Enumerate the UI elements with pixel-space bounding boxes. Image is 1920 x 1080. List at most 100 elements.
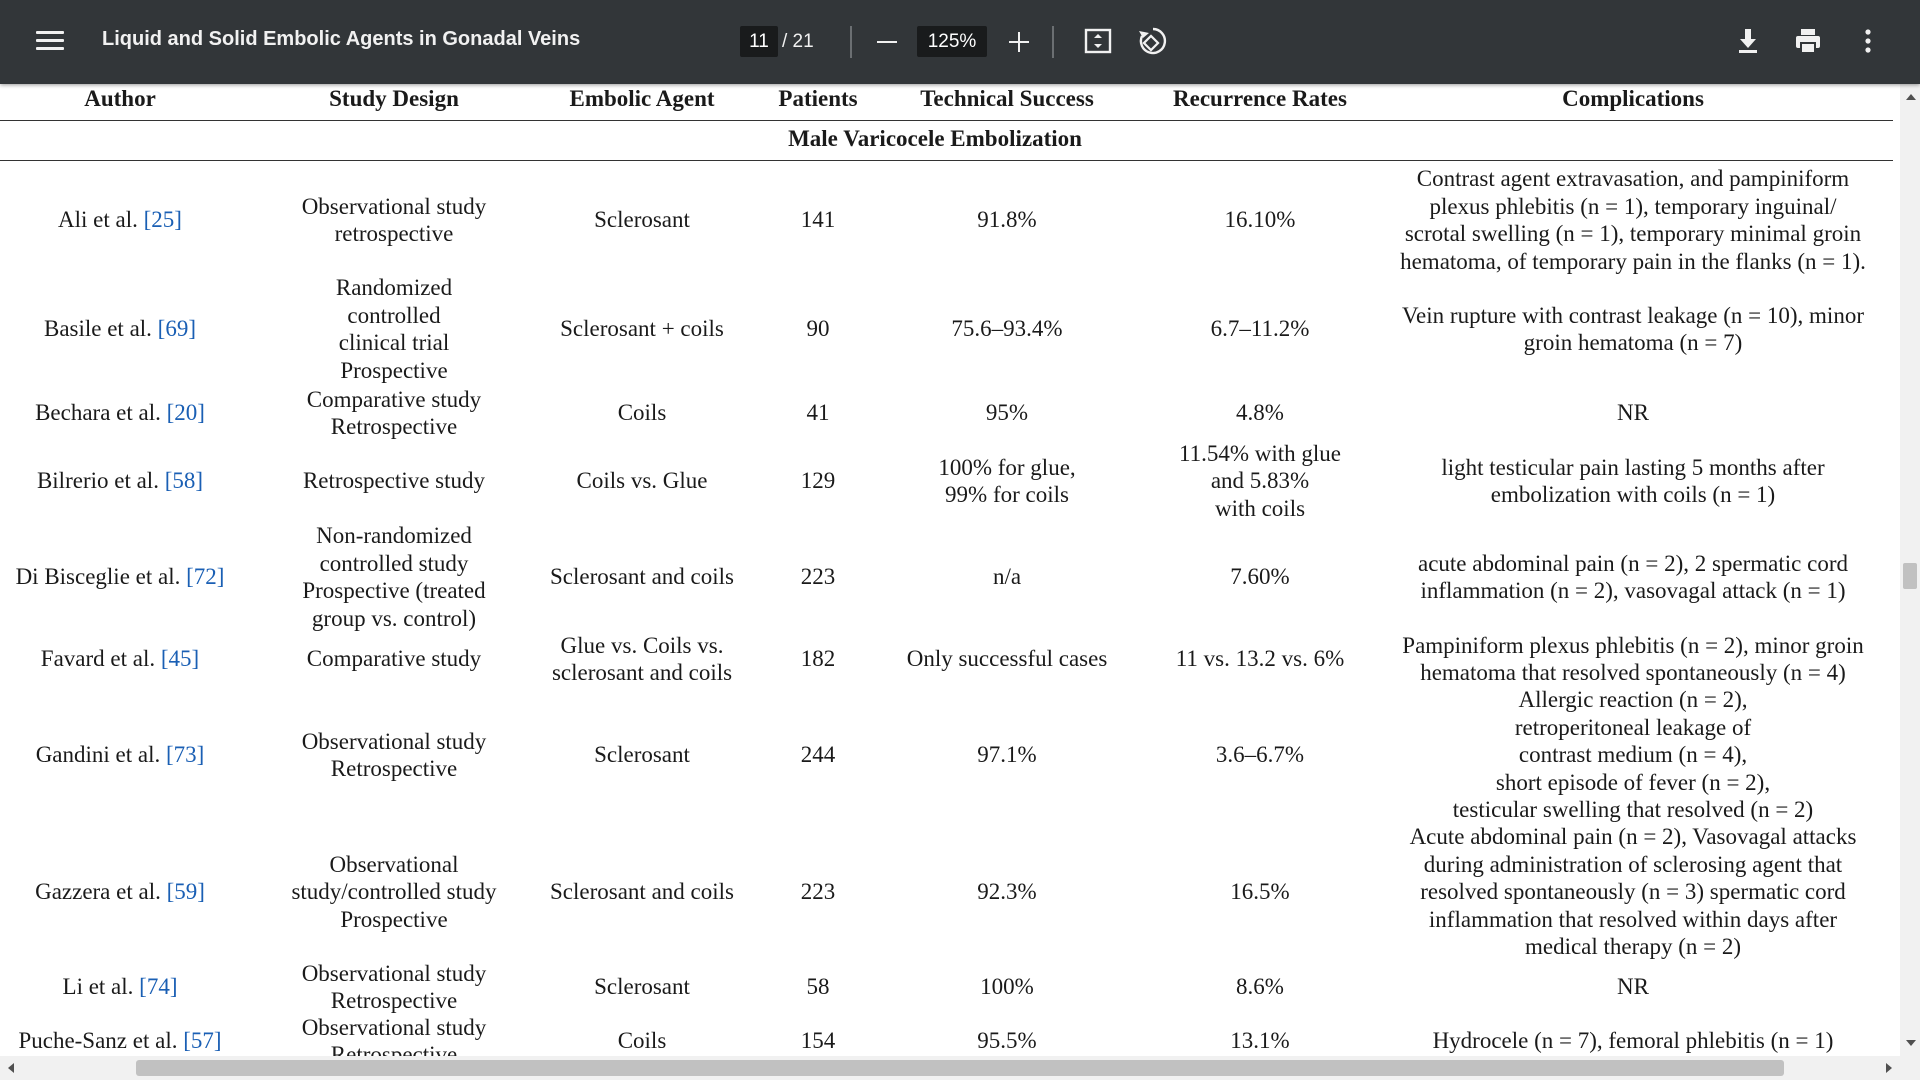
- horizontal-scroll-thumb[interactable]: [136, 1060, 1784, 1076]
- column-header-author: Author: [84, 86, 156, 111]
- embolic-agent-cell: Sclerosant: [522, 973, 762, 1001]
- technical-success-cell-line: n/a: [992, 564, 1022, 590]
- reference-link[interactable]: [58]: [165, 468, 203, 493]
- recurrence-rate-cell: 13.1%: [1130, 1027, 1390, 1055]
- rotate-icon[interactable]: [1134, 24, 1168, 58]
- complications-cell: Contrast agent extravasation, and pampin…: [1373, 165, 1893, 275]
- group-label: Male Varicocele Embolization: [788, 126, 1082, 151]
- page-number-input[interactable]: 11: [740, 26, 778, 57]
- complications-cell-line: Acute abdominal pain (n = 2), Vasovagal …: [1409, 824, 1857, 850]
- recurrence-rate-cell-line: 4.8%: [1236, 400, 1284, 426]
- embolic-agent-cell-line: Glue vs. Coils vs.: [560, 632, 724, 658]
- scroll-left-icon[interactable]: [8, 1063, 14, 1073]
- complications-cell-line: groin hematoma (n = 7): [1523, 330, 1743, 355]
- recurrence-rate-cell: 4.8%: [1130, 399, 1390, 427]
- embolic-agent-cell-line: Sclerosant: [594, 742, 690, 768]
- technical-success-cell: 100% for glue, 99% for coils: [882, 454, 1132, 509]
- study-design-cell: Comparative study Retrospective: [274, 386, 514, 441]
- vertical-scroll-thumb[interactable]: [1903, 563, 1917, 589]
- study-design-cell: Observational study/controlled study Prosp…: [274, 851, 514, 934]
- pdf-toolbar: Liquid and Solid Embolic Agents in Gonad…: [0, 0, 1920, 84]
- scroll-down-icon[interactable]: [1906, 1040, 1916, 1046]
- vertical-scrollbar[interactable]: [1900, 84, 1920, 1056]
- embolic-agent-cell: Sclerosant: [522, 741, 762, 769]
- table-rule: [0, 160, 1893, 161]
- zoom-level-input[interactable]: 125%: [917, 26, 987, 57]
- reference-link[interactable]: [74]: [139, 974, 177, 999]
- technical-success-cell: Only successful cases: [882, 645, 1132, 673]
- technical-success-cell-line: 95%: [985, 400, 1029, 426]
- complications-cell: NR: [1373, 399, 1893, 427]
- study-design-cell-line: Retrospective study: [302, 468, 486, 494]
- recurrence-rate-cell: 3.6–6.7%: [1130, 741, 1390, 769]
- reference-link[interactable]: [59]: [167, 879, 205, 904]
- study-design-cell-line: Prospective (treated: [302, 578, 486, 603]
- embolic-agent-cell-line: Coils vs. Glue: [576, 468, 708, 494]
- complications-cell: NR: [1373, 973, 1893, 1001]
- author-name: Li et al.: [62, 974, 140, 1000]
- reference-link[interactable]: [69]: [158, 316, 196, 341]
- technical-success-cell-line: 95.5%: [977, 1028, 1037, 1054]
- recurrence-rate-cell-line: 13.1%: [1230, 1028, 1290, 1054]
- embolic-agent-cell: Sclerosant: [522, 206, 762, 234]
- horizontal-scrollbar[interactable]: [0, 1056, 1920, 1080]
- complications-cell-line: resolved spontaneously (n = 3) spermatic…: [1420, 879, 1846, 905]
- document-page: Author Study Design Embolic Agent Patien…: [0, 84, 1900, 1056]
- study-design-cell-line: Observational study: [301, 728, 487, 754]
- embolic-agent-cell: Coils vs. Glue: [522, 467, 762, 495]
- zoom-out-icon[interactable]: [874, 25, 904, 59]
- author-name: Ali et al.: [58, 207, 144, 233]
- reference-link[interactable]: [20]: [167, 400, 205, 425]
- fit-page-icon[interactable]: [1081, 24, 1115, 58]
- technical-success-cell: 91.8%: [882, 206, 1132, 234]
- study-design-cell-line: Observational study: [301, 1014, 487, 1040]
- column-header-recurrence-rates: Recurrence Rates: [1173, 86, 1347, 111]
- complications-cell-line: plexus phlebitis (n = 1), temporary ingu…: [1429, 193, 1837, 219]
- page-total: / 21: [782, 31, 814, 52]
- technical-success-cell-line: 92.3%: [977, 879, 1037, 905]
- complications-cell-line: NR: [1617, 400, 1649, 426]
- technical-success-cell: 75.6–93.4%: [882, 315, 1132, 343]
- menu-icon[interactable]: [36, 27, 64, 57]
- reference-link[interactable]: [25]: [144, 207, 182, 232]
- complications-cell: acute abdominal pain (n = 2), 2 spermati…: [1373, 550, 1893, 605]
- complications-cell-line: retroperitoneal leakage of: [1514, 714, 1752, 740]
- print-icon[interactable]: [1791, 24, 1825, 58]
- recurrence-rate-cell-line: 11.54% with glue: [1178, 440, 1342, 466]
- technical-success-cell-line: 75.6–93.4%: [951, 316, 1063, 342]
- study-design-cell-line: study/controlled study: [291, 879, 497, 905]
- study-design-cell-line: Prospective: [340, 357, 448, 383]
- more-options-icon[interactable]: [1851, 24, 1885, 58]
- complications-cell: Vein rupture with contrast leakage (n = …: [1373, 302, 1893, 357]
- embolic-agent-cell-line: Coils: [617, 400, 667, 426]
- toolbar-divider: [1052, 26, 1054, 58]
- zoom-in-icon[interactable]: [1006, 25, 1036, 59]
- complications-cell-line: light testicular pain lasting 5 months a…: [1441, 454, 1825, 480]
- study-design-cell-line: Comparative study: [306, 386, 482, 412]
- embolic-agent-cell: Sclerosant + coils: [522, 315, 762, 343]
- patients-cell: 244: [800, 742, 836, 768]
- embolic-agent-cell: Coils: [522, 399, 762, 427]
- download-icon[interactable]: [1731, 24, 1765, 58]
- reference-link[interactable]: [57]: [183, 1028, 221, 1053]
- technical-success-cell-line: 100% for glue,: [938, 454, 1076, 480]
- author-name: Basile et al.: [43, 316, 158, 342]
- scroll-right-icon[interactable]: [1886, 1063, 1892, 1073]
- technical-success-cell: 95.5%: [882, 1027, 1132, 1055]
- study-design-cell: Observational study Retrospective: [274, 960, 514, 1015]
- author-cell: Di Bisceglie et al. [72]: [0, 563, 240, 591]
- recurrence-rate-cell: 16.10%: [1130, 206, 1390, 234]
- toolbar-divider: [850, 26, 852, 58]
- scroll-up-icon[interactable]: [1906, 94, 1916, 100]
- author-name: Bilrerio et al.: [36, 468, 165, 494]
- complications-cell-line: short episode of fever (n = 2),: [1495, 769, 1771, 795]
- reference-link[interactable]: [73]: [166, 742, 204, 767]
- recurrence-rate-cell: 16.5%: [1130, 878, 1390, 906]
- embolic-agent-cell-line: Sclerosant and coils: [550, 564, 734, 590]
- recurrence-rate-cell-line: 8.6%: [1236, 974, 1284, 1000]
- reference-link[interactable]: [45]: [161, 646, 199, 671]
- complications-cell-line: Contrast agent extravasation, and pampin…: [1416, 166, 1850, 191]
- author-cell: Gandini et al. [73]: [0, 741, 240, 769]
- reference-link[interactable]: [72]: [186, 564, 224, 589]
- recurrence-rate-cell-line: 11 vs. 13.2 vs. 6%: [1175, 646, 1345, 672]
